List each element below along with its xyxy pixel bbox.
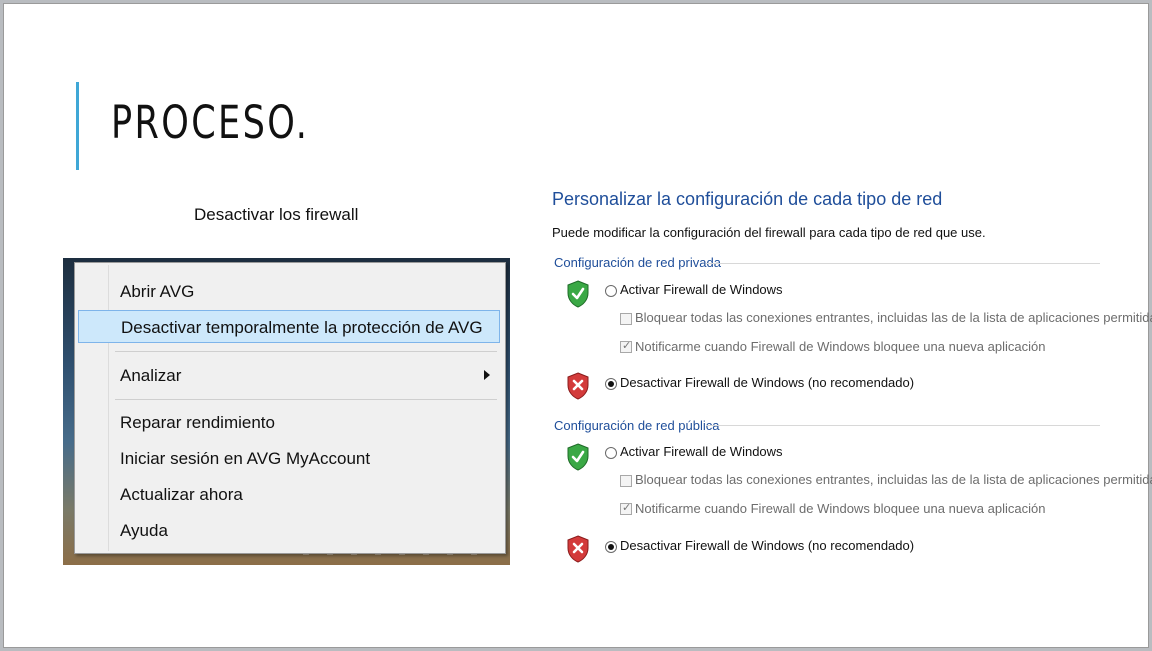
public-notify-label: Notificarme cuando Firewall de Windows b…: [635, 501, 1046, 516]
public-block-checkbox[interactable]: [620, 475, 632, 487]
section-divider: [706, 425, 1100, 426]
section-divider: [706, 263, 1100, 264]
title-accent-bar: [76, 82, 79, 170]
menu-item-desactivar-proteccion[interactable]: Desactivar temporalmente la protección d…: [78, 310, 500, 343]
private-block-label: Bloquear todas las conexiones entrantes,…: [635, 310, 1152, 325]
red-shield-x-icon: [567, 372, 589, 400]
green-shield-check-icon: [567, 443, 589, 471]
menu-item-label: Abrir AVG: [120, 282, 195, 301]
public-deactivate-radio[interactable]: [605, 541, 617, 553]
menu-separator: [115, 399, 497, 400]
avg-context-menu: Abrir AVG Desactivar temporalmente la pr…: [74, 262, 506, 554]
menu-item-label: Desactivar temporalmente la protección d…: [121, 318, 483, 337]
private-activate-label: Activar Firewall de Windows: [620, 282, 783, 297]
menu-separator: [115, 351, 497, 352]
firewall-settings-title: Personalizar la configuración de cada ti…: [552, 189, 943, 209]
menu-item-label: Analizar: [120, 366, 182, 385]
public-activate-radio[interactable]: [605, 447, 617, 459]
slide-title: PROCESO.: [111, 96, 310, 149]
private-network-heading: Configuración de red privada: [554, 255, 721, 270]
menu-item-abrir-avg[interactable]: Abrir AVG: [78, 275, 500, 308]
menu-item-iniciar-sesion[interactable]: Iniciar sesión en AVG MyAccount: [78, 442, 500, 475]
menu-item-label: Ayuda: [120, 521, 168, 540]
private-notify-label: Notificarme cuando Firewall de Windows b…: [635, 339, 1046, 354]
menu-item-label: Actualizar ahora: [120, 485, 243, 504]
slide-subtitle: Desactivar los firewall: [194, 205, 359, 224]
private-block-checkbox[interactable]: [620, 313, 632, 325]
private-notify-checkbox[interactable]: ✓: [620, 339, 632, 353]
checkmark-icon: ✓: [622, 339, 632, 352]
menu-item-label: Iniciar sesión en AVG MyAccount: [120, 449, 371, 468]
private-activate-radio[interactable]: [605, 285, 617, 297]
public-notify-checkbox[interactable]: ✓: [620, 501, 632, 515]
private-deactivate-label: Desactivar Firewall de Windows (no recom…: [620, 375, 915, 390]
public-activate-label: Activar Firewall de Windows: [620, 444, 783, 459]
checkmark-icon: ✓: [622, 501, 632, 514]
submenu-arrow-icon: [484, 370, 490, 380]
avg-menu-screenshot: Abrir AVG Desactivar temporalmente la pr…: [63, 258, 510, 565]
firewall-settings-description: Puede modificar la configuración del fir…: [552, 225, 986, 240]
private-deactivate-radio[interactable]: [605, 378, 617, 390]
green-shield-check-icon: [567, 280, 589, 308]
firewall-settings-screenshot: Personalizar la configuración de cada ti…: [548, 185, 1152, 577]
menu-item-actualizar-ahora[interactable]: Actualizar ahora: [78, 478, 500, 511]
public-network-heading: Configuración de red pública: [554, 418, 720, 433]
menu-item-ayuda[interactable]: Ayuda: [78, 514, 500, 547]
menu-item-reparar-rendimiento[interactable]: Reparar rendimiento: [78, 406, 500, 439]
menu-item-analizar[interactable]: Analizar: [78, 359, 500, 392]
red-shield-x-icon: [567, 535, 589, 563]
public-block-label: Bloquear todas las conexiones entrantes,…: [635, 472, 1152, 487]
menu-item-label: Reparar rendimiento: [120, 413, 275, 432]
public-deactivate-label: Desactivar Firewall de Windows (no recom…: [620, 538, 915, 553]
